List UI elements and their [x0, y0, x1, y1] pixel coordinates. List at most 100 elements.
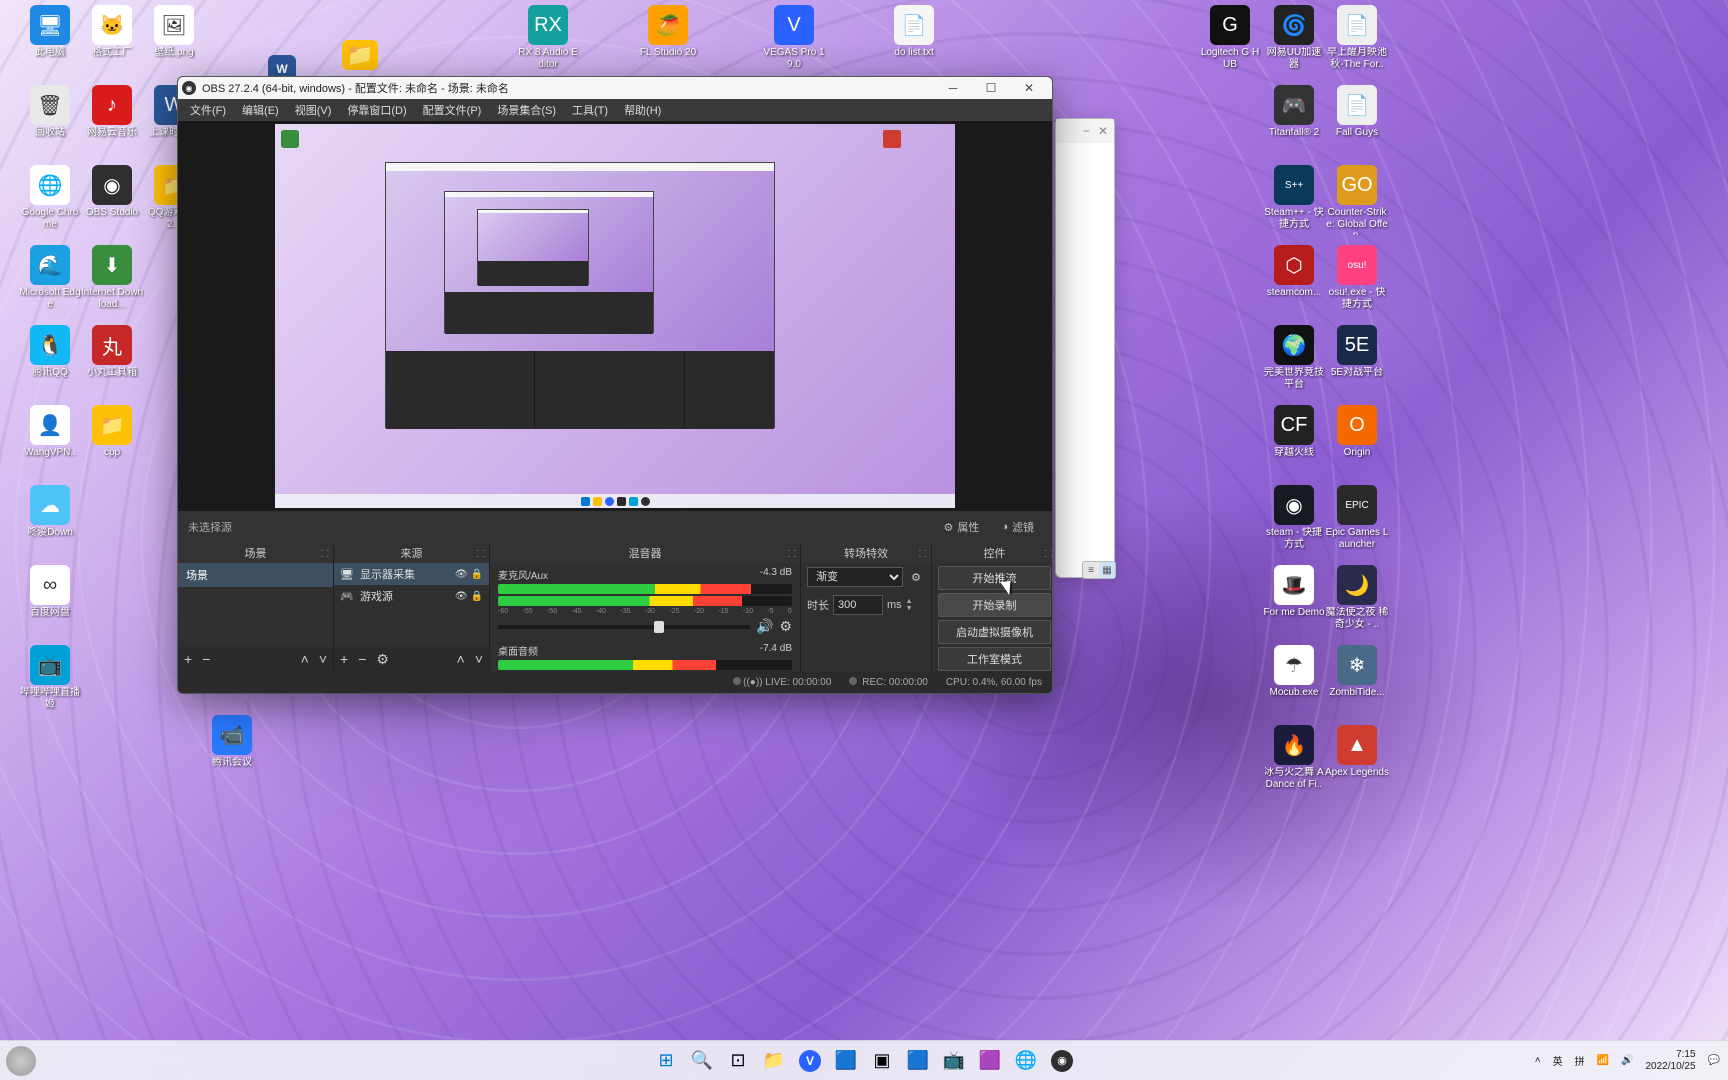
minimize-button[interactable]: ─	[934, 77, 972, 99]
desktop-icon[interactable]: 🌍完美世界竞技平台	[1262, 325, 1326, 390]
desktop-icon[interactable]: ⬇Internet Download...	[80, 245, 144, 310]
menu-item[interactable]: 场景集合(S)	[489, 100, 564, 120]
desktop-icon[interactable]: 👤WangVPN..	[18, 405, 82, 459]
desktop-icon[interactable]: ∞百度网盘	[18, 565, 82, 619]
desktop-icon[interactable]: ▲Apex Legends	[1325, 725, 1389, 779]
bilibili-taskbar-icon[interactable]: 📺	[938, 1045, 970, 1077]
properties-button[interactable]: ⚙属性	[935, 516, 987, 538]
wifi-icon[interactable]: 📶	[1597, 1055, 1609, 1066]
transition-select[interactable]: 渐变	[807, 567, 903, 587]
source-item[interactable]: 🎮游戏源👁🔒	[334, 585, 489, 607]
desktop-icon[interactable]: 📄Fall Guys	[1325, 85, 1389, 139]
desktop-icon[interactable]: 🎮Titanfall® 2	[1262, 85, 1326, 139]
search-icon[interactable]: 🔍	[686, 1045, 718, 1077]
folder-icon[interactable]: 📁	[340, 40, 380, 72]
close-button[interactable]: ✕	[1010, 77, 1048, 99]
desktop-icon[interactable]: 🌊Microsoft Edge	[18, 245, 82, 310]
desktop-icon[interactable]: ☂Mocub.exe	[1262, 645, 1326, 699]
menu-item[interactable]: 工具(T)	[564, 100, 616, 120]
source-up-button[interactable]: ˄	[457, 651, 465, 667]
tray-lang2[interactable]: 拼	[1575, 1053, 1585, 1068]
explorer-icon[interactable]: 📁	[758, 1045, 790, 1077]
visibility-icon[interactable]: 👁	[455, 569, 468, 580]
desktop-icon[interactable]: 📄早上醒月映池 秋-The For..	[1325, 5, 1389, 70]
desktop-icon[interactable]: ⬡steamcom...	[1262, 245, 1326, 299]
desktop-icon[interactable]: GOCounter-Strike: Global Offen.	[1325, 165, 1389, 235]
control-button[interactable]: 开始推流	[938, 566, 1051, 590]
desktop-icon[interactable]: 🖥此电脑	[18, 5, 82, 59]
view-mode-toggle[interactable]: ≡ ▦	[1082, 561, 1116, 579]
grid-mode-icon[interactable]: ▦	[1099, 562, 1115, 578]
taskbar[interactable]: ⊞ 🔍 ⊡ 📁 V 🟦 ▣ 🟦 📺 🟪 🌐 ◉ ˄ 英 拼 📶 🔊 7:15 2…	[0, 1040, 1728, 1080]
task-view-icon[interactable]: ⊡	[722, 1045, 754, 1077]
desktop-icon[interactable]: EPICEpic Games Launcher	[1325, 485, 1389, 550]
menu-item[interactable]: 停靠窗口(D)	[339, 100, 414, 120]
desktop-icon[interactable]: 🗑回收站	[18, 85, 82, 139]
desktop-icon[interactable]: CF穿越火线	[1262, 405, 1326, 459]
desktop-icon[interactable]: S++Steam++ - 快捷方式	[1262, 165, 1326, 230]
clock[interactable]: 7:15 2022/10/25	[1645, 1049, 1695, 1073]
lock-icon[interactable]: 🔒	[471, 569, 483, 580]
taskbar-app-1[interactable]: 🟦	[830, 1045, 862, 1077]
desktop-icon[interactable]: RXRX 8 Audio Editor	[516, 5, 580, 70]
taskbar-app-2[interactable]: ▣	[866, 1045, 898, 1077]
add-scene-button[interactable]: +	[184, 651, 192, 667]
menu-item[interactable]: 编辑(E)	[234, 100, 287, 120]
obs-titlebar[interactable]: ◉ OBS 27.2.4 (64-bit, windows) - 配置文件: 未…	[178, 77, 1052, 99]
desktop-icon[interactable]: 🎩For me Demo	[1262, 565, 1326, 619]
menu-item[interactable]: 帮助(H)	[616, 100, 669, 120]
desktop-icon[interactable]: osu!osu!.exe - 快捷方式	[1325, 245, 1389, 310]
volume-slider[interactable]	[498, 625, 750, 629]
desktop-icon[interactable]: 📹腾讯会议	[200, 715, 264, 769]
speaker-icon[interactable]: 🔊	[756, 618, 773, 635]
menu-item[interactable]: 配置文件(P)	[415, 100, 490, 120]
chrome-taskbar-icon[interactable]: 🌐	[1010, 1045, 1042, 1077]
notification-icon[interactable]: 💬	[1708, 1055, 1720, 1066]
popout-icon[interactable]: ⸬	[1045, 546, 1053, 560]
popout-icon[interactable]: ⸬	[919, 546, 927, 560]
filters-button[interactable]: ◑滤镜	[993, 516, 1042, 538]
volume-icon[interactable]: 🔊	[1621, 1055, 1633, 1066]
desktop-icon[interactable]: 🌀网易UU加速器	[1262, 5, 1326, 70]
control-button[interactable]: 工作室模式	[938, 647, 1051, 671]
source-item[interactable]: 🖥显示器采集👁🔒	[334, 563, 489, 585]
taskbar-app-3[interactable]: 🟦	[902, 1045, 934, 1077]
desktop-icon[interactable]: ◉steam - 快捷方式	[1262, 485, 1326, 550]
desktop-icon[interactable]: 丸小丸工具箱	[80, 325, 144, 379]
duration-input[interactable]	[833, 595, 883, 615]
source-down-button[interactable]: ˅	[475, 651, 483, 667]
remove-scene-button[interactable]: −	[202, 651, 210, 667]
scene-down-button[interactable]: ˅	[319, 651, 327, 667]
add-source-button[interactable]: +	[340, 651, 348, 667]
start-button[interactable]: ⊞	[650, 1045, 682, 1077]
obs-preview[interactable]: /*no-op visual only*/	[178, 121, 1052, 511]
desktop-icon[interactable]: 🌐Google Chrome	[18, 165, 82, 230]
min-icon[interactable]: −	[1083, 124, 1090, 138]
desktop-icon[interactable]: VVEGAS Pro 19.0	[762, 5, 826, 70]
scene-up-button[interactable]: ˄	[301, 651, 309, 667]
spin-up-icon[interactable]: ▲	[906, 598, 913, 605]
popout-icon[interactable]: ⸬	[477, 546, 485, 560]
remove-source-button[interactable]: −	[358, 651, 366, 667]
desktop-icon[interactable]: 5E5E对战平台	[1325, 325, 1389, 379]
tray-chevron-icon[interactable]: ˄	[1535, 1055, 1541, 1066]
desktop-icon[interactable]: 🐱格式工厂	[80, 5, 144, 59]
taskbar-app-5[interactable]: 🟪	[974, 1045, 1006, 1077]
visibility-icon[interactable]: 👁	[455, 591, 468, 602]
spin-down-icon[interactable]: ▼	[906, 605, 913, 612]
menu-item[interactable]: 视图(V)	[287, 100, 340, 120]
desktop-icon[interactable]: 🐧腾讯QQ	[18, 325, 82, 379]
desktop-icon[interactable]: GLogitech G HUB	[1198, 5, 1262, 70]
popout-icon[interactable]: ⸬	[788, 546, 796, 560]
maximize-button[interactable]: ☐	[972, 77, 1010, 99]
desktop-icon[interactable]: 📁cpp	[80, 405, 144, 459]
lock-icon[interactable]: 🔒	[471, 591, 483, 602]
close-icon[interactable]: ✕	[1098, 124, 1108, 138]
desktop-icon[interactable]: OOrigin	[1325, 405, 1389, 459]
desktop-icon[interactable]: 🥭FL Studio 20	[636, 5, 700, 59]
system-tray[interactable]: ˄ 英 拼 📶 🔊 7:15 2022/10/25 💬	[1535, 1049, 1720, 1073]
desktop-icon[interactable]: 📄do list.txt	[882, 5, 946, 59]
channel-settings-icon[interactable]: ⚙	[779, 618, 792, 635]
transition-settings-icon[interactable]: ⚙	[907, 568, 925, 586]
scene-item[interactable]: 场景	[178, 563, 333, 587]
